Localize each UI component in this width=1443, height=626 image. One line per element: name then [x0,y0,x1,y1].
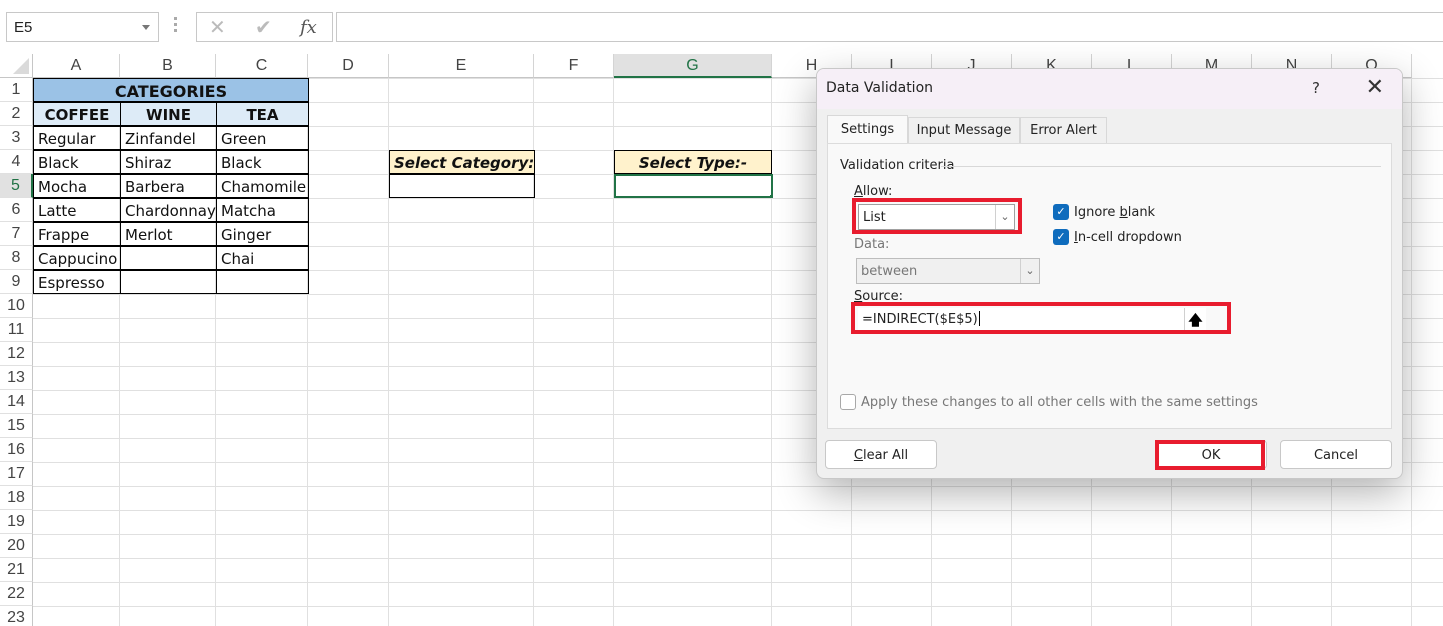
formula-bar: E5 ✕ ✔ fx [0,0,1443,54]
select-all-button[interactable] [0,54,33,78]
coffee-cell[interactable]: Regular [33,126,121,150]
tea-cell[interactable]: Matcha [216,198,309,222]
coffee-cell[interactable]: Espresso [33,270,121,294]
ignore-blank-checkbox[interactable]: ✓ [1053,204,1069,220]
name-box-value: E5 [14,19,33,36]
in-cell-dropdown-label: In-cell dropdown [1074,230,1182,245]
dialog-title-bar[interactable]: Data Validation ? ✕ [817,69,1402,109]
data-value: between [861,264,918,279]
select-category-label[interactable]: Select Category:- [389,150,535,174]
coffee-cell[interactable]: Mocha [33,174,121,198]
categories-title-cell[interactable]: CATEGORIES [33,78,309,102]
row-header-9[interactable]: 9 [0,270,33,294]
coffee-header-cell[interactable]: COFFEE [33,102,121,126]
tab-error-alert[interactable]: Error Alert [1020,117,1107,143]
row-header-15[interactable]: 15 [0,414,33,438]
row-header-12[interactable]: 12 [0,342,33,366]
column-header-e[interactable]: E [389,54,534,78]
row-header-4[interactable]: 4 [0,150,33,174]
row-header-1[interactable]: 1 [0,78,33,102]
select-category-cell[interactable] [389,174,535,198]
row-header-7[interactable]: 7 [0,222,33,246]
wine-cell[interactable]: Shiraz [120,150,217,174]
column-header-d[interactable]: D [308,54,389,78]
wine-cell[interactable]: Merlot [120,222,217,246]
settings-panel: Validation criteria Allow: List ⌄ Data: … [827,143,1392,429]
allow-label: Allow: [854,184,893,199]
tea-cell[interactable] [216,270,309,294]
clear-all-button[interactable]: Clear All [825,440,937,469]
formula-buttons: ✕ ✔ fx [196,12,333,42]
row-header-20[interactable]: 20 [0,534,33,558]
wine-cell[interactable]: Zinfandel [120,126,217,150]
row-header-19[interactable]: 19 [0,510,33,534]
row-header-2[interactable]: 2 [0,102,33,126]
more-options-icon[interactable] [174,17,178,37]
tab-input-message[interactable]: Input Message [908,117,1020,143]
formula-input[interactable] [336,12,1443,42]
select-type-label[interactable]: Select Type:- [614,150,772,174]
row-header-5[interactable]: 5 [0,174,33,198]
row-header-13[interactable]: 13 [0,366,33,390]
ignore-blank-label: Ignore blank [1074,205,1156,220]
chevron-down-icon[interactable]: ⌄ [1020,259,1039,283]
cancel-button[interactable]: Cancel [1280,440,1392,469]
wine-cell[interactable] [120,270,217,294]
tab-settings[interactable]: Settings [827,115,908,144]
enter-icon[interactable]: ✔ [255,15,272,40]
in-cell-dropdown-checkbox[interactable]: ✓ [1053,229,1069,245]
row-header-6[interactable]: 6 [0,198,33,222]
wine-cell[interactable] [120,246,217,270]
row-header-8[interactable]: 8 [0,246,33,270]
apply-all-checkbox[interactable] [840,394,856,410]
tea-cell[interactable]: Chamomile [216,174,309,198]
insert-function-icon[interactable]: fx [300,17,317,38]
tea-cell[interactable]: Ginger [216,222,309,246]
tea-header-cell[interactable]: TEA [216,102,309,126]
column-header-f[interactable]: F [534,54,614,78]
wine-cell[interactable]: Chardonnay [120,198,217,222]
chevron-down-icon[interactable] [142,25,150,30]
highlight-allow [852,198,1022,234]
data-label: Data: [854,237,890,252]
row-header-3[interactable]: 3 [0,126,33,150]
coffee-cell[interactable]: Cappucino [33,246,121,270]
row-header-10[interactable]: 10 [0,294,33,318]
row-header-16[interactable]: 16 [0,438,33,462]
highlight-source [851,302,1231,334]
row-header-14[interactable]: 14 [0,390,33,414]
validation-criteria-label: Validation criteria [840,158,955,173]
select-type-cell[interactable] [614,174,773,198]
column-header-g[interactable]: G [614,54,772,78]
wine-cell[interactable]: Barbera [120,174,217,198]
data-validation-dialog: Data Validation ? ✕ Settings Input Messa… [816,68,1403,479]
tea-cell[interactable]: Black [216,150,309,174]
coffee-cell[interactable]: Latte [33,198,121,222]
divider [941,166,1381,167]
column-header-b[interactable]: B [120,54,216,78]
tea-cell[interactable]: Chai [216,246,309,270]
help-icon[interactable]: ? [1312,79,1320,97]
coffee-cell[interactable]: Frappe [33,222,121,246]
highlight-ok [1155,440,1265,470]
data-select[interactable]: between ⌄ [856,258,1040,284]
gridline [1411,78,1412,626]
row-header-22[interactable]: 22 [0,582,33,606]
coffee-cell[interactable]: Black [33,150,121,174]
fill-handle[interactable] [769,194,771,196]
close-icon[interactable]: ✕ [1366,75,1384,100]
row-header-11[interactable]: 11 [0,318,33,342]
cancel-icon[interactable]: ✕ [209,15,226,40]
row-header-23[interactable]: 23 [0,606,33,626]
row-header-17[interactable]: 17 [0,462,33,486]
row-header-21[interactable]: 21 [0,558,33,582]
name-box[interactable]: E5 [6,12,159,42]
row-header-18[interactable]: 18 [0,486,33,510]
dialog-title: Data Validation [826,80,934,96]
column-header-a[interactable]: A [33,54,120,78]
wine-header-cell[interactable]: WINE [120,102,217,126]
apply-all-label: Apply these changes to all other cells w… [861,395,1258,410]
column-header-c[interactable]: C [216,54,308,78]
tea-cell[interactable]: Green [216,126,309,150]
